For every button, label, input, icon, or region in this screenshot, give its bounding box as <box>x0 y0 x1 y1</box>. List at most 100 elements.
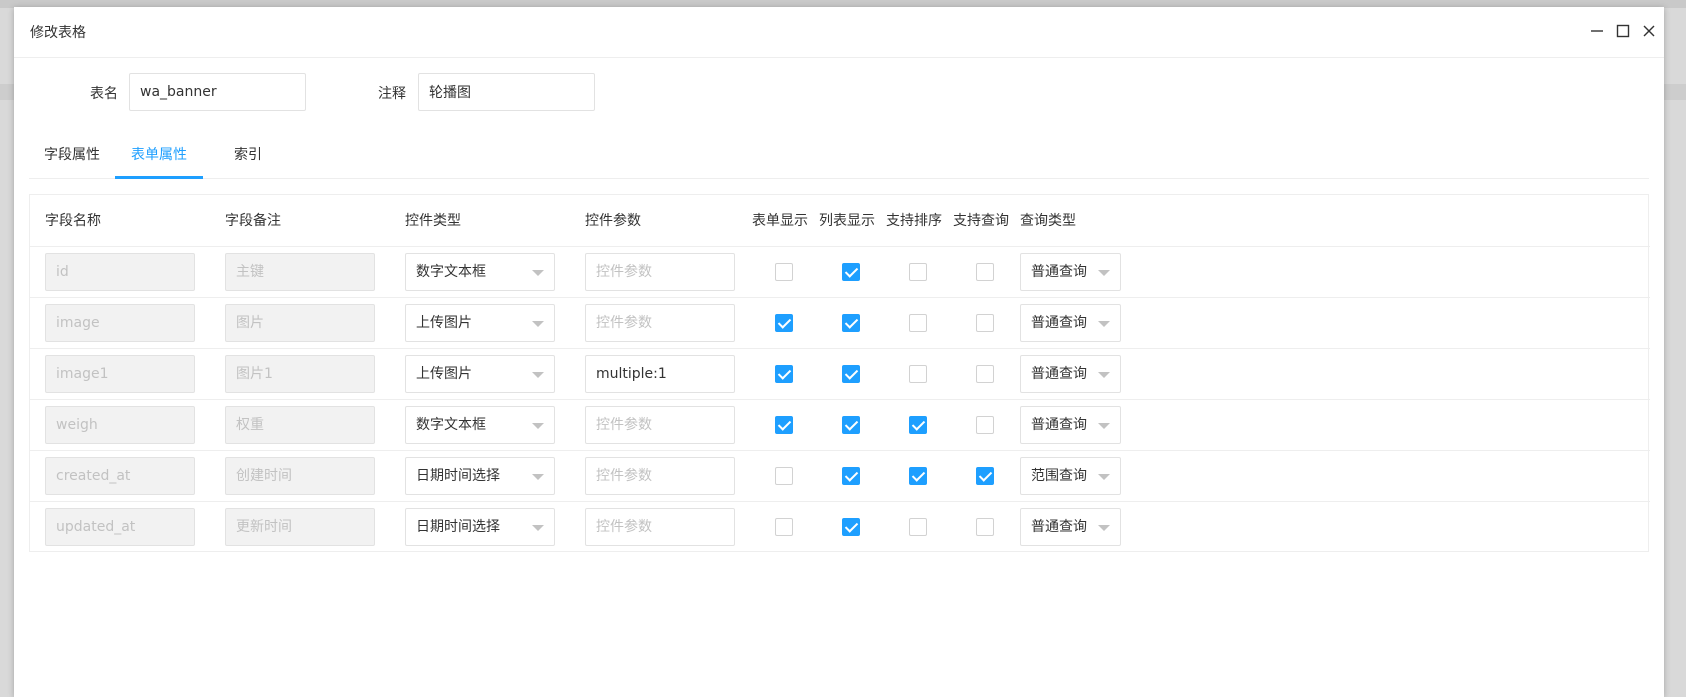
control-param-input[interactable]: 控件参数 <box>585 507 735 546</box>
field-remark-input: 图片 <box>225 303 375 342</box>
table-header-row: 字段名称 字段备注 控件类型 控件参数 表单显示 列表显示 支持排序 支持查询 … <box>30 195 1650 247</box>
table-meta-row: 表名 注释 <box>14 73 1664 111</box>
table-name-input[interactable] <box>129 73 306 111</box>
form-show-checkbox[interactable] <box>774 415 793 434</box>
list-show-checkbox[interactable] <box>841 364 860 383</box>
query-type-value: 普通查询 <box>1031 263 1087 280</box>
sortable-checkbox[interactable] <box>908 313 927 332</box>
form-show-checkbox[interactable] <box>774 364 793 383</box>
field-name-input: id <box>45 252 195 291</box>
control-type-value: 数字文本框 <box>416 263 486 280</box>
table-row: created_at 创建时间 日期时间选择 控件参数 范围查询 <box>30 450 1650 502</box>
query-type-select[interactable]: 普通查询 <box>1020 507 1121 546</box>
form-show-checkbox[interactable] <box>774 517 793 536</box>
maximize-icon[interactable] <box>1614 22 1632 40</box>
control-type-value: 日期时间选择 <box>416 518 500 535</box>
list-show-checkbox[interactable] <box>841 517 860 536</box>
control-param-input[interactable]: 控件参数 <box>585 252 735 291</box>
chevron-down-icon <box>532 473 544 480</box>
field-name-input: image1 <box>45 354 195 393</box>
sortable-checkbox[interactable] <box>908 466 927 485</box>
field-name-input: updated_at <box>45 507 195 546</box>
control-type-select[interactable]: 上传图片 <box>405 354 555 393</box>
table-name-label: 表名 <box>90 86 118 102</box>
comment-label: 注释 <box>378 86 406 102</box>
chevron-down-icon <box>532 320 544 327</box>
window-controls <box>1588 22 1658 40</box>
sortable-checkbox[interactable] <box>908 415 927 434</box>
query-type-value: 普通查询 <box>1031 314 1087 331</box>
list-show-checkbox[interactable] <box>841 313 860 332</box>
table-row: image 图片 上传图片 控件参数 普通查询 <box>30 297 1650 349</box>
form-show-checkbox[interactable] <box>774 466 793 485</box>
control-param-input[interactable]: 控件参数 <box>585 405 735 444</box>
minimize-icon[interactable] <box>1588 22 1606 40</box>
sortable-checkbox[interactable] <box>908 364 927 383</box>
query-type-value: 普通查询 <box>1031 365 1087 382</box>
control-type-select[interactable]: 日期时间选择 <box>405 456 555 495</box>
searchable-checkbox[interactable] <box>975 466 994 485</box>
field-remark-input: 图片1 <box>225 354 375 393</box>
query-type-value: 普通查询 <box>1031 518 1087 535</box>
tab-field-attributes[interactable]: 字段属性 <box>29 134 115 179</box>
form-show-checkbox[interactable] <box>774 313 793 332</box>
tab-form-attributes[interactable]: 表单属性 <box>115 134 203 179</box>
form-show-checkbox[interactable] <box>774 262 793 281</box>
control-type-select[interactable]: 数字文本框 <box>405 252 555 291</box>
comment-input[interactable] <box>418 73 595 111</box>
searchable-checkbox[interactable] <box>975 415 994 434</box>
table-row: weigh 权重 数字文本框 控件参数 普通查询 <box>30 399 1650 451</box>
control-type-value: 上传图片 <box>416 365 472 382</box>
searchable-checkbox[interactable] <box>975 262 994 281</box>
header-control-type: 控件类型 <box>390 195 570 247</box>
dialog-title: 修改表格 <box>30 25 86 41</box>
list-show-checkbox[interactable] <box>841 415 860 434</box>
control-type-value: 上传图片 <box>416 314 472 331</box>
header-field-name: 字段名称 <box>30 195 210 247</box>
control-param-input[interactable]: 控件参数 <box>585 303 735 342</box>
chevron-down-icon <box>1098 524 1110 531</box>
field-name-input: created_at <box>45 456 195 495</box>
control-type-value: 日期时间选择 <box>416 467 500 484</box>
header-field-remark: 字段备注 <box>210 195 390 247</box>
control-type-select[interactable]: 数字文本框 <box>405 405 555 444</box>
chevron-down-icon <box>1098 320 1110 327</box>
query-type-value: 普通查询 <box>1031 416 1087 433</box>
tab-bar: 字段属性 表单属性 索引 <box>29 134 1649 179</box>
sortable-checkbox[interactable] <box>908 262 927 281</box>
searchable-checkbox[interactable] <box>975 313 994 332</box>
list-show-checkbox[interactable] <box>841 262 860 281</box>
searchable-checkbox[interactable] <box>975 364 994 383</box>
control-type-select[interactable]: 上传图片 <box>405 303 555 342</box>
chevron-down-icon <box>1098 269 1110 276</box>
close-icon[interactable] <box>1640 22 1658 40</box>
chevron-down-icon <box>1098 473 1110 480</box>
control-type-select[interactable]: 日期时间选择 <box>405 507 555 546</box>
query-type-select[interactable]: 普通查询 <box>1020 354 1121 393</box>
sortable-checkbox[interactable] <box>908 517 927 536</box>
query-type-select[interactable]: 普通查询 <box>1020 303 1121 342</box>
header-control-param: 控件参数 <box>570 195 750 247</box>
tab-index[interactable]: 索引 <box>203 134 293 179</box>
field-name-input: weigh <box>45 405 195 444</box>
query-type-select[interactable]: 范围查询 <box>1020 456 1121 495</box>
header-form-show: 表单显示 <box>750 195 817 247</box>
header-list-show: 列表显示 <box>817 195 884 247</box>
list-show-checkbox[interactable] <box>841 466 860 485</box>
field-remark-input: 创建时间 <box>225 456 375 495</box>
searchable-checkbox[interactable] <box>975 517 994 536</box>
query-type-value: 范围查询 <box>1031 467 1087 484</box>
chevron-down-icon <box>1098 422 1110 429</box>
header-searchable: 支持查询 <box>951 195 1018 247</box>
header-sortable: 支持排序 <box>884 195 951 247</box>
table-row: id 主键 数字文本框 控件参数 普通查询 <box>30 246 1650 298</box>
control-param-input[interactable]: multiple:1 <box>585 354 735 393</box>
field-remark-input: 主键 <box>225 252 375 291</box>
chevron-down-icon <box>532 524 544 531</box>
query-type-select[interactable]: 普通查询 <box>1020 252 1121 291</box>
control-param-input[interactable]: 控件参数 <box>585 456 735 495</box>
dialog-header: 修改表格 <box>14 7 1664 58</box>
table-row: updated_at 更新时间 日期时间选择 控件参数 普通查询 <box>30 501 1650 552</box>
chevron-down-icon <box>1098 371 1110 378</box>
query-type-select[interactable]: 普通查询 <box>1020 405 1121 444</box>
